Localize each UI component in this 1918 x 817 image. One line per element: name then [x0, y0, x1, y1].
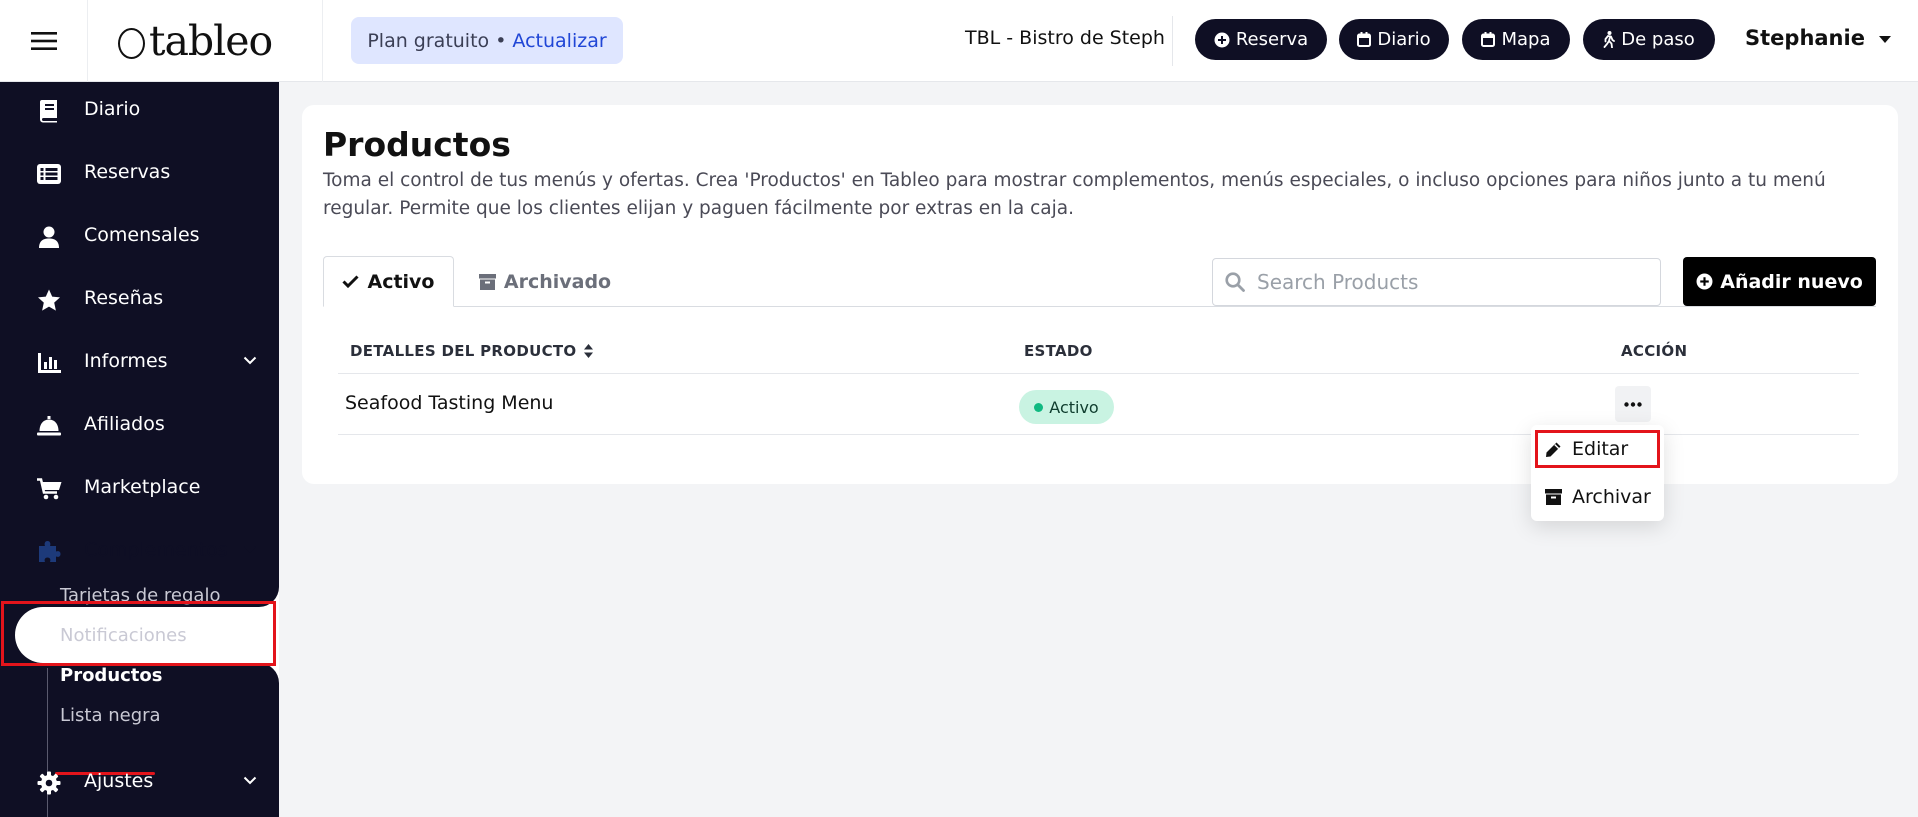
submenu-item-productos[interactable]: Productos	[60, 665, 163, 686]
highlight-box	[1, 601, 276, 666]
search-input[interactable]	[1257, 270, 1637, 294]
upgrade-link[interactable]: Actualizar	[512, 30, 606, 52]
puzzle-icon	[36, 539, 62, 565]
bell-icon	[36, 413, 62, 439]
diary-button[interactable]: Diario	[1339, 19, 1449, 60]
search-icon	[1225, 272, 1245, 292]
gear-icon	[36, 770, 62, 796]
sidebar-item-label: Diario	[84, 98, 141, 120]
plus-circle-icon	[1214, 32, 1230, 48]
sidebar: Diario Reservas Comensales Reseñas Infor…	[0, 82, 279, 817]
plan-pill: Plan gratuito • Actualizar	[351, 17, 623, 64]
column-header-label: ESTADO	[1024, 342, 1093, 360]
walk-in-button[interactable]: De paso	[1583, 19, 1715, 60]
table-header-divider	[338, 373, 1859, 374]
tab-archivado[interactable]: Archivado	[470, 256, 620, 307]
divider	[1172, 16, 1173, 66]
logo-ring-icon	[118, 28, 145, 59]
sidebar-item-reservas[interactable]: Reservas	[0, 145, 279, 201]
sidebar-item-label: Reservas	[84, 161, 171, 183]
page-description: Toma el control de tus menús y ofertas. …	[323, 170, 1826, 219]
plus-circle-icon	[1696, 273, 1713, 290]
sidebar-item-marketplace[interactable]: Marketplace	[0, 460, 279, 516]
sidebar-item-complementos[interactable]: Complementos	[0, 523, 279, 579]
more-horizontal-icon	[1624, 401, 1642, 407]
sidebar-item-informes[interactable]: Informes	[0, 334, 279, 390]
sidebar-item-label: Afiliados	[84, 413, 165, 435]
tab-label: Archivado	[503, 270, 612, 293]
product-name[interactable]: Seafood Tasting Menu	[345, 392, 553, 414]
highlight-box	[1535, 430, 1660, 468]
top-bar: tableo Plan gratuito • Actualizar TBL - …	[0, 0, 1918, 82]
tab-label: Activo	[367, 270, 435, 293]
sidebar-item-label: Informes	[84, 350, 168, 372]
user-menu[interactable]: Stephanie	[1745, 26, 1891, 50]
status-badge: Activo	[1019, 390, 1114, 424]
chevron-down-icon	[243, 545, 257, 554]
button-label: Mapa	[1501, 29, 1551, 50]
active-tab-curve	[259, 663, 279, 683]
archive-icon	[1545, 489, 1562, 505]
column-header-product-details[interactable]: DETALLES DEL PRODUCTO	[350, 342, 594, 360]
plan-label: Plan gratuito •	[367, 29, 507, 52]
star-icon	[36, 287, 62, 313]
sort-icon	[584, 344, 594, 358]
tableo-logo[interactable]: tableo	[118, 14, 273, 68]
check-icon	[342, 275, 360, 288]
venue-name[interactable]: TBL - Bistro de Steph	[965, 27, 1165, 49]
sidebar-item-label: Reseñas	[84, 287, 164, 309]
tabs-divider	[323, 306, 1876, 307]
button-label: Reserva	[1235, 29, 1309, 50]
sidebar-item-afiliados[interactable]: Afiliados	[0, 397, 279, 453]
status-dot-icon	[1034, 402, 1044, 412]
status-label: Activo	[1049, 397, 1099, 417]
list-icon	[36, 161, 62, 187]
sidebar-item-label: Complementos	[84, 539, 228, 561]
menu-item-archivar[interactable]: Archivar	[1545, 482, 1651, 512]
tab-activo[interactable]: Activo	[323, 256, 454, 307]
button-label: Diario	[1377, 29, 1431, 50]
sidebar-item-label: Ajustes	[84, 770, 154, 792]
sidebar-item-label: Marketplace	[84, 476, 201, 498]
calendar-icon	[1481, 32, 1496, 47]
divider	[322, 0, 323, 82]
bar-chart-icon	[36, 350, 62, 376]
sidebar-item-ajustes[interactable]: Ajustes	[0, 754, 279, 810]
book-icon	[36, 98, 62, 124]
caret-down-icon	[1878, 36, 1891, 43]
column-header-label: ACCIÓN	[1621, 342, 1688, 360]
column-header-label: DETALLES DEL PRODUCTO	[350, 342, 577, 360]
page-title: Productos	[323, 125, 511, 164]
sidebar-item-resenas[interactable]: Reseñas	[0, 271, 279, 327]
column-header-status: ESTADO	[1024, 342, 1093, 360]
cart-icon	[36, 476, 62, 502]
user-name: Stephanie	[1745, 26, 1865, 50]
sidebar-item-comensales[interactable]: Comensales	[0, 208, 279, 264]
calendar-icon	[1357, 32, 1372, 47]
button-label: De paso	[1621, 29, 1695, 50]
sidebar-item-diario[interactable]: Diario	[0, 82, 279, 138]
menu-toggle-button[interactable]	[0, 0, 88, 82]
chevron-down-icon	[243, 356, 257, 365]
archive-icon	[478, 273, 496, 290]
add-new-button[interactable]: Añadir nuevo	[1683, 257, 1876, 306]
menu-item-label: Archivar	[1572, 486, 1651, 508]
column-header-action: ACCIÓN	[1621, 342, 1687, 360]
hamburger-icon	[30, 31, 57, 51]
map-button[interactable]: Mapa	[1462, 19, 1570, 60]
row-actions-button[interactable]	[1615, 386, 1651, 422]
sidebar-item-label: Comensales	[84, 224, 200, 246]
logo-text: tableo	[149, 17, 273, 65]
submenu-item-lista-negra[interactable]: Lista negra	[60, 705, 161, 726]
user-icon	[36, 224, 62, 250]
chevron-down-icon	[243, 776, 257, 785]
walking-icon	[1603, 31, 1616, 48]
button-label: Añadir nuevo	[1720, 270, 1863, 293]
new-reservation-button[interactable]: Reserva	[1195, 19, 1327, 60]
search-box[interactable]	[1212, 258, 1661, 306]
